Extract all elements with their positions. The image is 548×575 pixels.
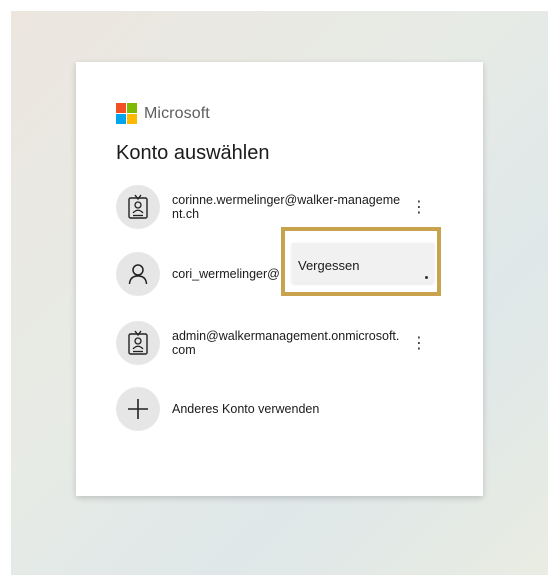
account-item-admin[interactable]: admin@walkermanagement.onmicrosoft.com ⋮ <box>116 319 443 367</box>
avatar <box>116 252 160 296</box>
plus-icon <box>128 399 148 419</box>
avatar <box>116 387 160 431</box>
brand-name: Microsoft <box>144 104 210 122</box>
avatar <box>116 185 160 229</box>
badge-icon <box>128 194 148 219</box>
microsoft-brand: Microsoft <box>116 103 210 124</box>
account-item-corinne[interactable]: corinne.wermelinger@walker-management.ch… <box>116 183 443 231</box>
account-email: admin@walkermanagement.onmicrosoft.com <box>172 329 400 357</box>
add-account-label: Anderes Konto verwenden <box>172 402 320 416</box>
page-title: Konto auswählen <box>116 142 270 164</box>
avatar <box>116 321 160 365</box>
person-icon <box>128 264 148 285</box>
badge-icon <box>128 330 148 355</box>
add-account-button[interactable]: Anderes Konto verwenden <box>116 385 443 433</box>
highlight-box <box>281 227 441 296</box>
more-options-icon[interactable]: ⋮ <box>411 331 427 355</box>
account-email: corinne.wermelinger@walker-management.ch <box>172 193 401 221</box>
microsoft-logo-icon <box>116 103 137 124</box>
more-options-icon[interactable]: ⋮ <box>411 195 427 219</box>
